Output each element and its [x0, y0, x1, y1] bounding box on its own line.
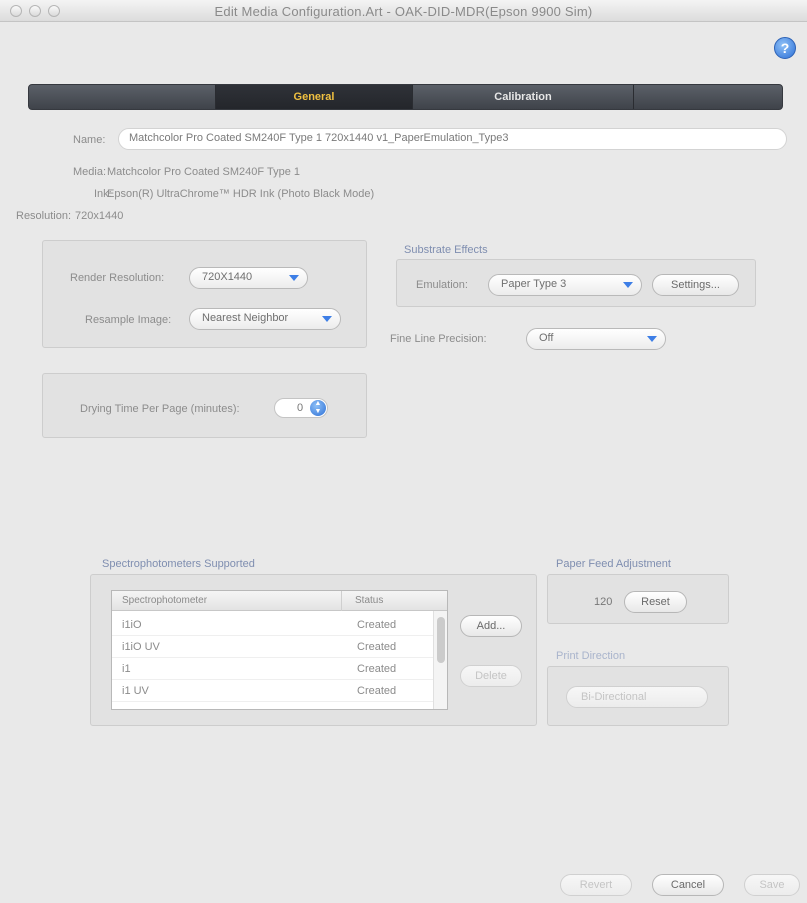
fine-line-precision-label: Fine Line Precision: [390, 333, 487, 345]
chevron-down-icon [647, 336, 657, 342]
paper-feed-value: 120 [594, 596, 613, 608]
resample-image-popup[interactable]: Nearest Neighbor [189, 308, 341, 330]
fine-line-precision-value: Off [539, 332, 554, 344]
chevron-down-icon [289, 275, 299, 281]
revert-button[interactable]: Revert [560, 874, 632, 896]
emulation-label: Emulation: [416, 279, 468, 291]
resolution-label: Resolution: [16, 210, 72, 222]
stepper-arrows-icon[interactable]: ▲ ▼ [310, 400, 326, 416]
drying-time-label: Drying Time Per Page (minutes): [80, 403, 240, 415]
row-status: Created [357, 619, 397, 631]
resolution-value: 720x1440 [75, 210, 124, 222]
title-bar: Edit Media Configuration.Art - OAK-DID-M… [0, 0, 807, 22]
render-resolution-value: 720X1440 [202, 271, 253, 283]
column-header-status[interactable]: Status [355, 595, 383, 606]
tab-general[interactable]: General [216, 85, 412, 109]
table-header: Spectrophotometer Status [112, 591, 447, 611]
render-resolution-label: Render Resolution: [70, 272, 165, 284]
column-header-spectrophotometer[interactable]: Spectrophotometer [122, 595, 207, 606]
emulation-popup[interactable]: Paper Type 3 [488, 274, 642, 296]
table-row[interactable]: i1iO UV Created [112, 637, 434, 658]
media-value: Matchcolor Pro Coated SM240F Type 1 [107, 166, 301, 178]
print-direction-popup[interactable]: Bi-Directional [566, 686, 708, 708]
table-row[interactable]: i1 Created [112, 659, 434, 680]
render-panel [42, 240, 367, 348]
delete-spectrophotometer-button[interactable]: Delete [460, 665, 522, 687]
help-icon[interactable]: ? [774, 37, 796, 59]
ink-value: Epson(R) UltraChrome™ HDR Ink (Photo Bla… [107, 188, 375, 200]
table-row[interactable]: i1iO Created [112, 615, 434, 636]
tab-calibration[interactable]: Calibration [413, 85, 633, 109]
row-spectrophotometer: i1iO UV [122, 641, 160, 653]
tab-bar: General Calibration [28, 84, 783, 110]
paper-feed-reset-button[interactable]: Reset [624, 591, 687, 613]
window-title: Edit Media Configuration.Art - OAK-DID-M… [214, 4, 593, 19]
chevron-down-icon [623, 282, 633, 288]
media-label: Media: [73, 166, 107, 178]
resample-image-value: Nearest Neighbor [202, 312, 289, 324]
emulation-value: Paper Type 3 [501, 278, 567, 290]
render-resolution-popup[interactable]: 720X1440 [189, 267, 308, 289]
chevron-down-icon [322, 316, 332, 322]
print-direction-title: Print Direction [556, 650, 626, 662]
save-button[interactable]: Save [744, 874, 800, 896]
drying-time-stepper[interactable]: 0 ▲ ▼ [274, 398, 328, 418]
name-label: Name: [73, 134, 106, 146]
spectrophotometer-table: Spectrophotometer Status i1iO Created i1… [111, 590, 448, 710]
resample-image-label: Resample Image: [85, 314, 172, 326]
drying-time-value: 0 [297, 402, 304, 414]
print-direction-value: Bi-Directional [581, 691, 647, 703]
table-scrollbar[interactable] [433, 611, 447, 709]
add-spectrophotometer-button[interactable]: Add... [460, 615, 522, 637]
settings-button[interactable]: Settings... [652, 274, 739, 296]
substrate-effects-title: Substrate Effects [404, 244, 488, 256]
fine-line-precision-popup[interactable]: Off [526, 328, 666, 350]
table-row[interactable]: i1 UV Created [112, 681, 434, 702]
row-status: Created [357, 641, 397, 653]
spectrophotometers-title: Spectrophotometers Supported [102, 558, 255, 570]
row-spectrophotometer: i1 UV [122, 685, 149, 697]
row-status: Created [357, 685, 397, 697]
paper-feed-title: Paper Feed Adjustment [556, 558, 671, 570]
cancel-button[interactable]: Cancel [652, 874, 724, 896]
name-field[interactable]: Matchcolor Pro Coated SM240F Type 1 720x… [118, 128, 787, 150]
row-spectrophotometer: i1iO [122, 619, 142, 631]
scrollbar-thumb[interactable] [437, 617, 445, 663]
row-status: Created [357, 663, 397, 675]
row-spectrophotometer: i1 [122, 663, 131, 675]
